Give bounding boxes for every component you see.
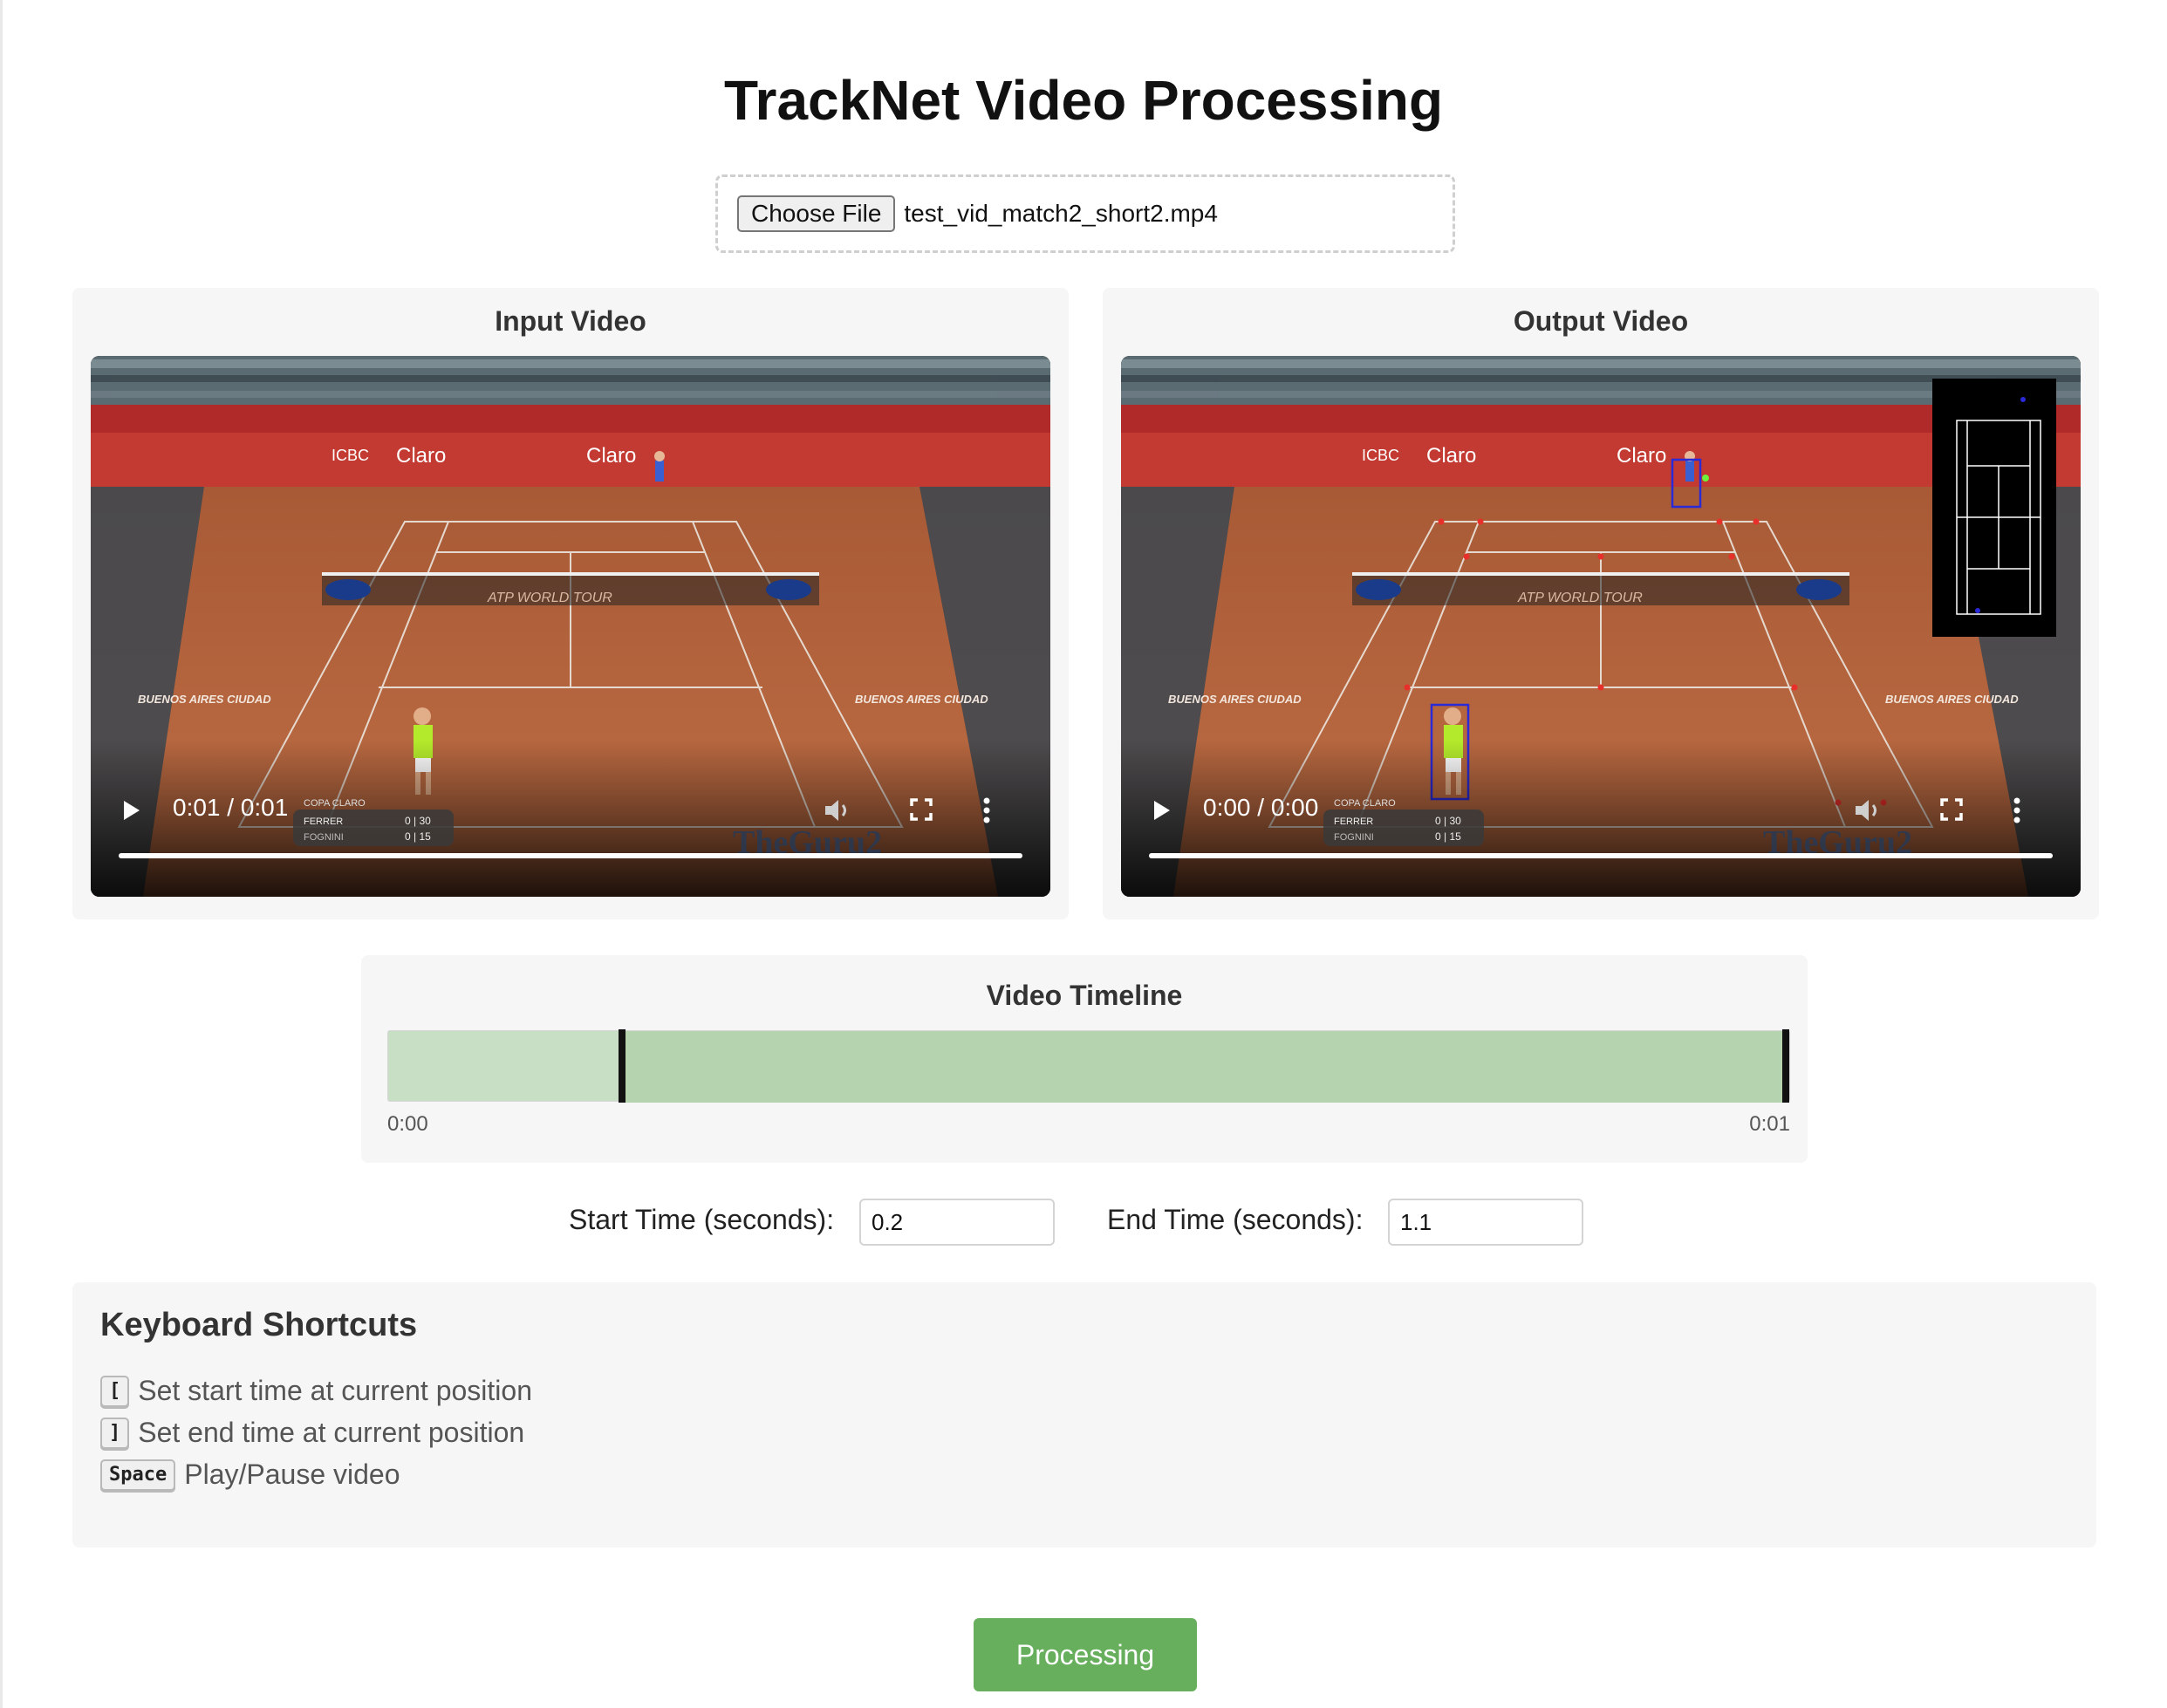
process-button[interactable]: Processing (974, 1618, 1197, 1691)
video-progress-bar[interactable] (1149, 853, 2053, 858)
more-options-icon[interactable] (982, 797, 991, 823)
time-display: 0:00 / 0:00 (1203, 794, 1319, 821)
choose-file-button[interactable]: Choose File (737, 195, 896, 232)
timeline-start-handle[interactable] (619, 1029, 625, 1103)
video-controls: 0:01 / 0:01 (91, 356, 1050, 897)
play-icon[interactable] (122, 799, 141, 822)
page-title: TrackNet Video Processing (723, 69, 1444, 132)
page-edge (0, 0, 3, 1708)
key-badge: ] (100, 1417, 130, 1449)
shortcut-item: ] Set end time at current position (100, 1417, 524, 1449)
timeline-track[interactable] (387, 1029, 1790, 1103)
fullscreen-icon[interactable] (909, 797, 933, 822)
keyboard-shortcuts-panel: Keyboard Shortcuts [ Set start time at c… (72, 1282, 2096, 1547)
file-upload-area[interactable]: Choose File test_vid_match2_short2.mp4 (715, 174, 1455, 253)
shortcut-item: Space Play/Pause video (100, 1459, 400, 1491)
play-icon[interactable] (1152, 799, 1172, 822)
output-video-player[interactable]: Claro Claro ICBC ATP WORLD TOUR BUENOS A… (1121, 356, 2081, 897)
more-options-icon[interactable] (2013, 797, 2021, 823)
timeline-selection[interactable] (622, 1031, 1789, 1103)
timeline-title: Video Timeline (986, 980, 1183, 1011)
shortcut-description: Play/Pause video (184, 1459, 400, 1490)
video-progress-bar[interactable] (119, 853, 1022, 858)
video-progress-fill (1149, 853, 2053, 858)
selected-file-name: test_vid_match2_short2.mp4 (904, 200, 1218, 227)
timeline-end-label: 0:01 (1749, 1112, 1790, 1136)
key-badge: Space (100, 1459, 176, 1491)
end-time-input[interactable] (1388, 1199, 1583, 1246)
key-badge: [ (100, 1375, 130, 1407)
volume-icon[interactable] (1854, 797, 1883, 823)
time-display: 0:01 / 0:01 (173, 794, 289, 821)
video-controls: 0:00 / 0:00 (1121, 356, 2081, 897)
video-timeline-panel: Video Timeline 0:00 0:01 (361, 955, 1808, 1163)
start-time-input[interactable] (859, 1199, 1055, 1246)
output-video-panel: Output Video Claro Claro ICBC ATP WORLD … (1103, 288, 2099, 919)
video-progress-fill (119, 853, 1022, 858)
shortcut-description: Set end time at current position (138, 1417, 525, 1448)
timeline-end-handle[interactable] (1782, 1029, 1789, 1103)
input-video-title: Input Video (495, 305, 646, 337)
input-video-player[interactable]: Claro Claro ICBC ATP WORLD TOUR BUENOS A… (91, 356, 1050, 897)
shortcut-description: Set start time at current position (138, 1375, 532, 1406)
end-time-label: End Time (seconds): (1107, 1204, 1364, 1235)
input-video-panel: Input Video Claro Claro ICBC ATP WORLD T… (72, 288, 1069, 919)
fullscreen-icon[interactable] (1939, 797, 1964, 822)
shortcuts-title: Keyboard Shortcuts (100, 1307, 418, 1343)
shortcut-item: [ Set start time at current position (100, 1375, 532, 1407)
timeline-start-label: 0:00 (387, 1112, 428, 1136)
output-video-title: Output Video (1513, 305, 1689, 337)
volume-icon[interactable] (824, 797, 853, 823)
start-time-label: Start Time (seconds): (569, 1204, 835, 1235)
